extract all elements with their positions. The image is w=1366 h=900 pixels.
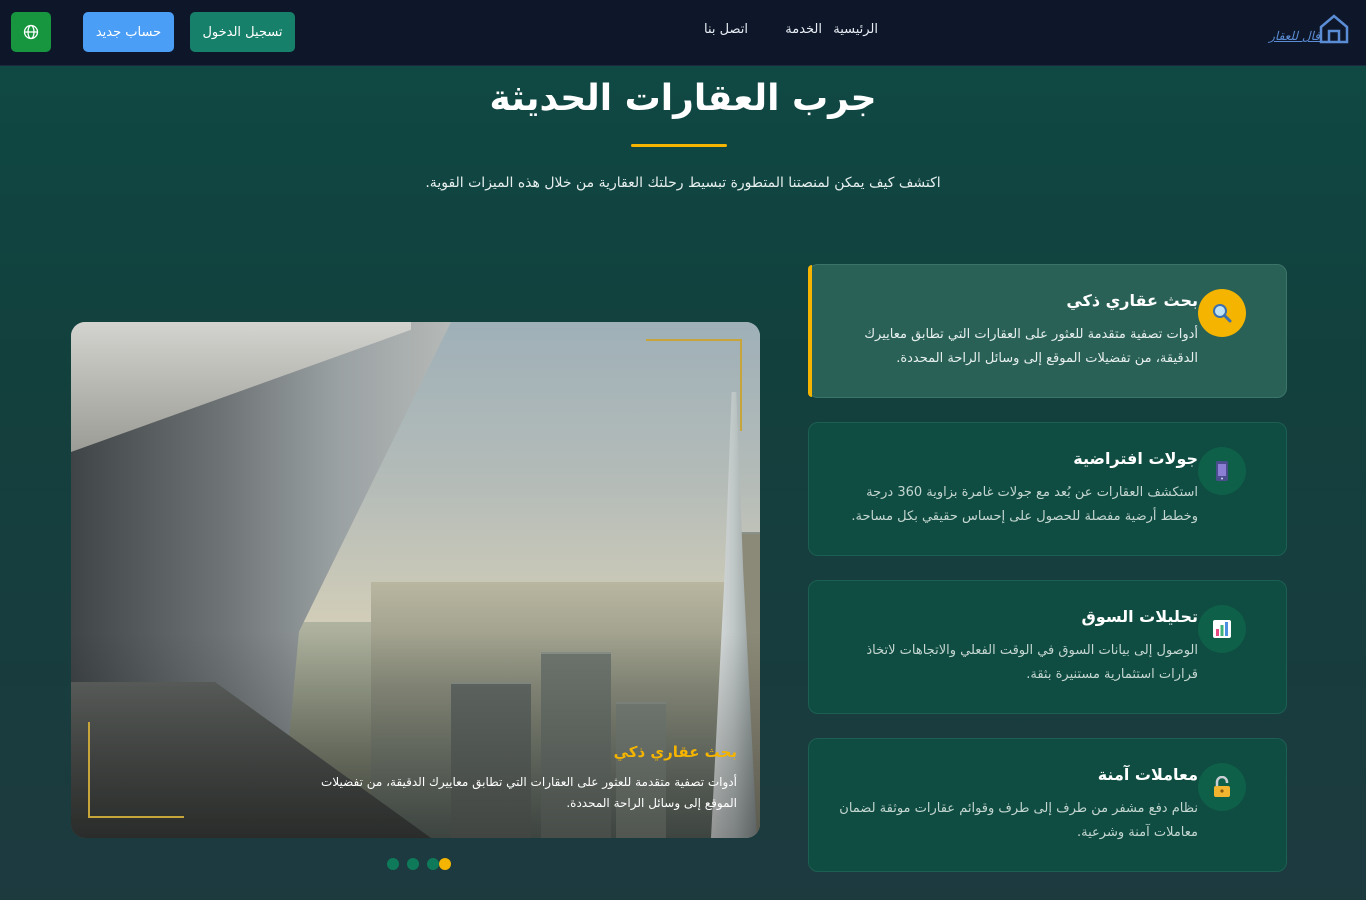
decorative-frame-corner (646, 339, 742, 431)
page-subtitle: اكتشف كيف يمكن لمنصتنا المتطورة تبسيط رح… (425, 175, 941, 191)
lock-icon (1198, 763, 1246, 811)
feature-description: الوصول إلى بيانات السوق في الوقت الفعلي … (866, 643, 1198, 682)
logo[interactable]: فال للعقار (1262, 12, 1350, 48)
feature-card-secure-transactions[interactable]: معاملات آمنة نظام دفع مشفر من طرف إلى طر… (808, 738, 1287, 872)
nav-link-service[interactable]: الخدمة (785, 22, 822, 37)
navbar: فال للعقار الرئيسية الخدمة اتصل بنا تسجي… (0, 0, 1366, 66)
house-logo-icon (1319, 14, 1349, 44)
title-underline (631, 144, 727, 147)
nav-link-contact[interactable]: اتصل بنا (704, 22, 748, 37)
register-button[interactable]: حساب جديد (83, 12, 174, 52)
feature-card-market-analytics[interactable]: تحليلات السوق الوصول إلى بيانات السوق في… (808, 580, 1287, 714)
magnifier-icon (1198, 289, 1246, 337)
logo-text: فال للعقار (1269, 29, 1320, 43)
feature-card-smart-search[interactable]: بحث عقاري ذكي أدوات تصفية متقدمة للعثور … (808, 264, 1287, 398)
nav-link-home[interactable]: الرئيسية (833, 22, 878, 37)
feature-title: جولات افتراضية (1073, 449, 1198, 468)
slider-dot[interactable] (407, 858, 419, 870)
feature-description: أدوات تصفية متقدمة للعثور على العقارات ا… (864, 327, 1198, 366)
feature-description: استكشف العقارات عن بُعد مع جولات غامرة ب… (851, 485, 1198, 524)
page-title: جرب العقارات الحديثة (489, 78, 877, 119)
main-nav: الرئيسية الخدمة اتصل بنا (690, 20, 890, 42)
login-button[interactable]: تسجيل الدخول (190, 12, 295, 52)
feature-title: تحليلات السوق (1081, 607, 1198, 626)
feature-title: بحث عقاري ذكي (1066, 291, 1198, 310)
globe-icon (23, 24, 39, 40)
slider-dot[interactable] (387, 858, 399, 870)
slider-dot-active[interactable] (439, 858, 451, 870)
language-button[interactable] (11, 12, 51, 52)
slider-dots (387, 858, 457, 870)
phone-icon (1198, 447, 1246, 495)
feature-description: نظام دفع مشفر من طرف إلى طرف وقوائم عقار… (839, 801, 1198, 840)
slide-caption-title: بحث عقاري ذكي (613, 743, 737, 761)
slider-dot[interactable] (427, 858, 439, 870)
image-slider[interactable]: بحث عقاري ذكي أدوات تصفية متقدمة للعثور … (71, 322, 760, 838)
chart-icon (1198, 605, 1246, 653)
slide-caption-description: أدوات تصفية متقدمة للعثور على العقارات ا… (321, 775, 737, 810)
decorative-frame-corner (88, 722, 184, 818)
feature-card-virtual-tours[interactable]: جولات افتراضية استكشف العقارات عن بُعد م… (808, 422, 1287, 556)
feature-title: معاملات آمنة (1097, 765, 1198, 784)
